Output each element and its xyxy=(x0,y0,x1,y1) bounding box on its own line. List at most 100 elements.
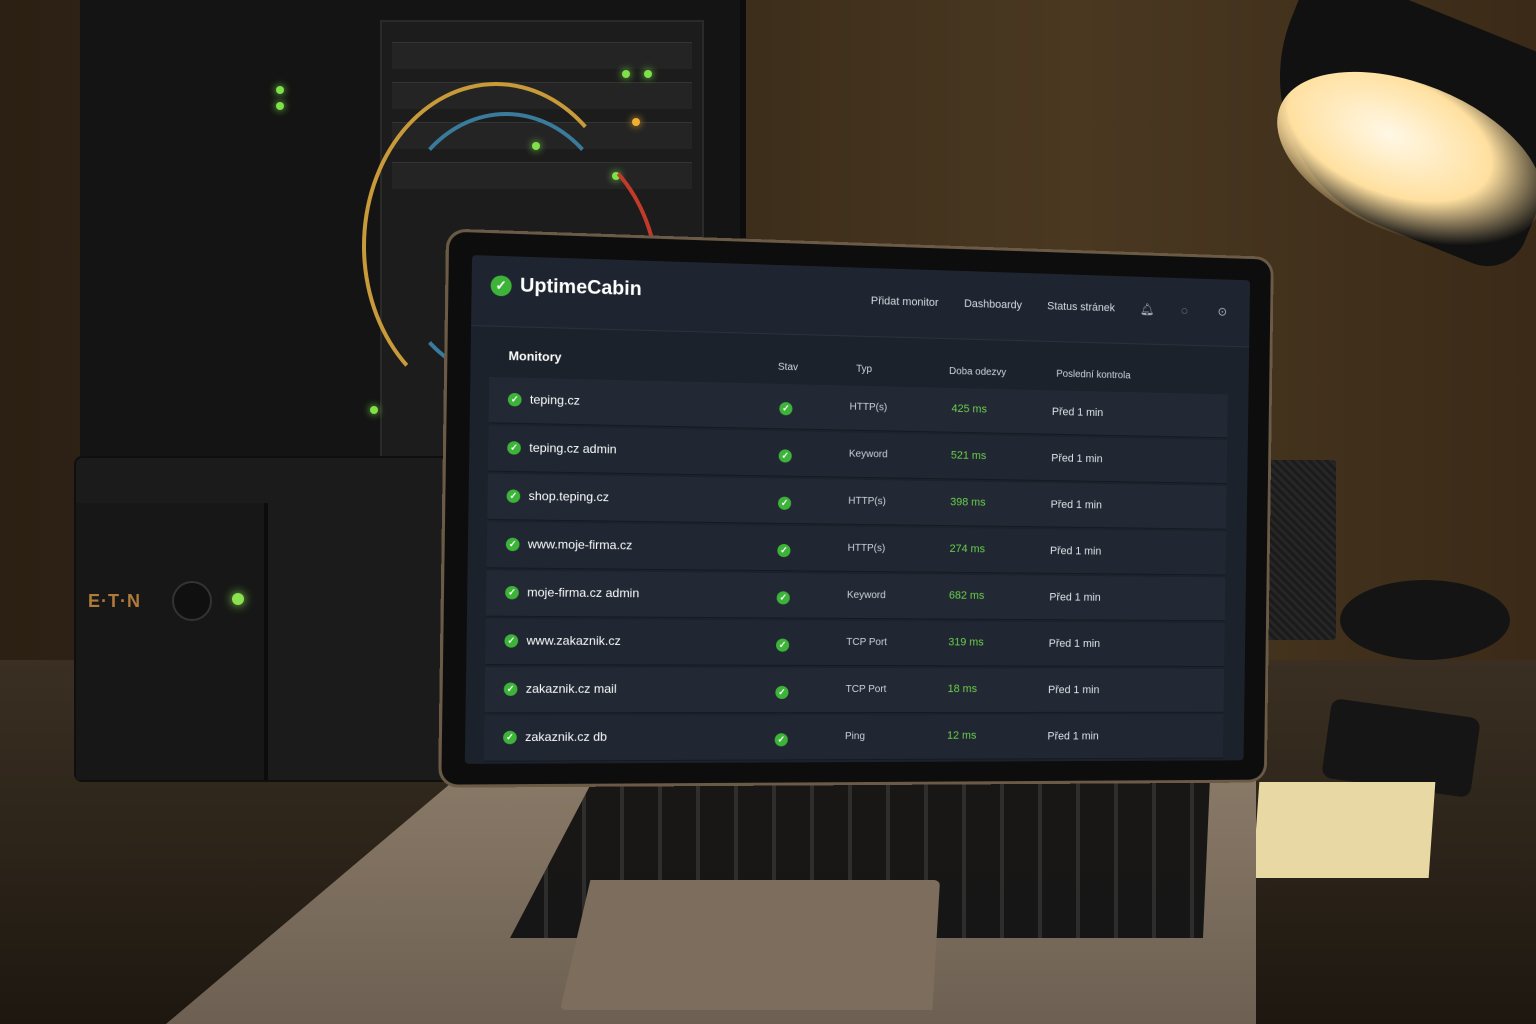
table-row[interactable]: ✓ www.moje-firma.cz ✓ HTTP(s) 274 ms Před… xyxy=(486,522,1226,576)
monitor-name-cell: ✓ www.moje-firma.cz xyxy=(505,536,633,553)
ups-status-led xyxy=(232,593,244,605)
rack-led xyxy=(622,70,630,78)
top-nav: Přidat monitor Dashboardy Status stránek… xyxy=(871,294,1229,319)
status-cell: ✓ xyxy=(777,542,791,558)
monitor-name-cell: ✓ www.zakaznik.cz xyxy=(504,633,621,649)
rack-led xyxy=(276,86,284,94)
laptop-trackpad xyxy=(560,880,940,1010)
ups-device: E·T·N xyxy=(76,458,476,780)
rack-led xyxy=(632,118,640,126)
status-up-icon: ✓ xyxy=(778,449,792,463)
monitor-name: moje-firma.cz admin xyxy=(527,585,640,601)
monitor-name: www.zakaznik.cz xyxy=(526,633,621,649)
ups-front-panel: E·T·N xyxy=(76,503,268,780)
monitor-name: zakaznik.cz mail xyxy=(525,681,617,696)
monitor-name-cell: ✓ shop.teping.cz xyxy=(506,488,609,504)
monitor-type: TCP Port xyxy=(846,636,888,649)
status-check-icon: ✓ xyxy=(505,585,519,599)
col-header-last-check: Poslední kontrola xyxy=(1056,368,1131,382)
user-icon[interactable]: ⊙ xyxy=(1216,305,1229,319)
monitor-name: www.moje-firma.cz xyxy=(527,536,633,553)
rack-led xyxy=(644,70,652,78)
monitor-name: zakaznik.cz db xyxy=(525,729,608,745)
app-name: UptimeCabin xyxy=(519,275,642,301)
monitor-type: Keyword xyxy=(848,448,888,461)
last-check: Před 1 min xyxy=(1047,730,1099,743)
status-check-icon: ✓ xyxy=(507,392,522,406)
status-cell: ✓ xyxy=(775,637,790,652)
app-header: ✓ UptimeCabin Přidat monitor Dashboardy … xyxy=(471,255,1251,348)
table-row[interactable]: ✓ moje-firma.cz admin ✓ Keyword 682 ms Př… xyxy=(485,570,1226,622)
response-time: 682 ms xyxy=(948,589,985,602)
rack-led xyxy=(370,406,378,414)
monitor-name-cell: ✓ teping.cz xyxy=(507,392,581,408)
nav-add-monitor[interactable]: Přidat monitor xyxy=(871,295,939,309)
app-brand[interactable]: ✓ UptimeCabin xyxy=(490,274,642,301)
ups-logo: E·T·N xyxy=(88,591,141,611)
monitor-name-cell: ✓ teping.cz admin xyxy=(507,440,617,456)
status-check-icon: ✓ xyxy=(505,537,520,551)
status-check-icon: ✓ xyxy=(503,730,517,744)
last-check: Před 1 min xyxy=(1050,498,1102,512)
nav-dashboards[interactable]: Dashboardy xyxy=(964,298,1022,312)
table-title: Monitory xyxy=(508,348,562,365)
pencil-cup xyxy=(1266,460,1336,640)
monitor-name-cell: ✓ zakaznik.cz db xyxy=(503,730,607,745)
monitor-type: HTTP(s) xyxy=(848,495,886,508)
status-check-icon: ✓ xyxy=(503,682,518,696)
monitor-name: teping.cz xyxy=(529,392,581,408)
response-time: 319 ms xyxy=(948,636,984,649)
status-up-icon: ✓ xyxy=(774,733,788,747)
status-cell: ✓ xyxy=(778,447,792,463)
response-time: 425 ms xyxy=(951,402,987,416)
last-check: Před 1 min xyxy=(1049,545,1102,558)
status-up-icon: ✓ xyxy=(777,496,792,510)
desk-lamp-base xyxy=(1340,580,1510,660)
status-check-icon: ✓ xyxy=(504,633,519,648)
monitor-name: shop.teping.cz xyxy=(528,488,610,505)
table-row[interactable]: ✓ zakaznik.cz mail ✓ TCP Port 18 ms Před … xyxy=(484,667,1225,714)
status-check-icon: ✓ xyxy=(506,488,521,503)
rack-unit xyxy=(392,42,692,69)
last-check: Před 1 min xyxy=(1049,591,1101,604)
monitor-type: HTTP(s) xyxy=(847,542,886,555)
monitor-type: Ping xyxy=(844,731,866,743)
laptop-screen: ✓ UptimeCabin Přidat monitor Dashboardy … xyxy=(464,255,1251,764)
ups-power-button xyxy=(172,581,212,621)
status-up-icon: ✓ xyxy=(779,401,793,416)
response-time: 12 ms xyxy=(946,729,977,742)
response-time: 18 ms xyxy=(947,683,978,696)
rack-led xyxy=(276,102,284,110)
last-check: Před 1 min xyxy=(1048,637,1101,650)
response-time: 521 ms xyxy=(950,449,987,463)
status-cell: ✓ xyxy=(774,731,788,747)
status-up-icon: ✓ xyxy=(775,638,790,652)
nav-status-pages[interactable]: Status stránek xyxy=(1047,300,1115,314)
col-header-type: Typ xyxy=(856,363,873,376)
monitor-name-cell: ✓ moje-firma.cz admin xyxy=(505,585,639,600)
response-time: 398 ms xyxy=(950,496,986,509)
bell-icon[interactable]: 🔔︎ xyxy=(1140,302,1155,316)
status-up-icon: ✓ xyxy=(777,543,791,558)
status-up-icon: ✓ xyxy=(775,685,789,700)
status-check-icon: ✓ xyxy=(507,440,521,455)
last-check: Před 1 min xyxy=(1051,452,1103,466)
table-row[interactable]: ✓ zakaznik.cz db ✓ Ping 12 ms Před 1 min xyxy=(483,714,1224,762)
response-time: 274 ms xyxy=(949,542,986,556)
col-header-status: Stav xyxy=(777,361,799,374)
monitor-name: teping.cz admin xyxy=(529,440,617,457)
monitor-type: Keyword xyxy=(846,589,886,602)
laptop-lid: ✓ UptimeCabin Přidat monitor Dashboardy … xyxy=(441,231,1271,785)
monitor-list: ✓ teping.cz ✓ HTTP(s) 425 ms Před 1 min ✓… xyxy=(483,377,1228,764)
status-cell: ✓ xyxy=(775,684,789,700)
last-check: Před 1 min xyxy=(1048,684,1100,697)
chat-icon[interactable]: ◌ xyxy=(1178,303,1191,318)
table-row[interactable]: ✓ www.zakaznik.cz ✓ TCP Port 319 ms Před … xyxy=(485,618,1225,667)
status-cell: ✓ xyxy=(777,495,792,510)
col-header-response: Doba odezvy xyxy=(949,366,1007,379)
monitor-type: HTTP(s) xyxy=(849,401,888,414)
last-check: Před 1 min xyxy=(1051,406,1104,420)
logo-check-icon: ✓ xyxy=(490,275,512,297)
status-cell: ✓ xyxy=(776,589,790,605)
sticky-notes xyxy=(1252,782,1436,878)
